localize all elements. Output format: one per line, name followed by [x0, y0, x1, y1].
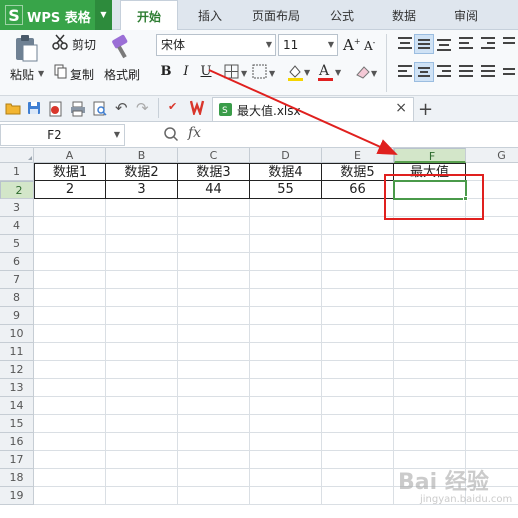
baidu-watermark: Bai 经验 jingyan.baidu.com	[398, 464, 514, 514]
watermark-subtext: jingyan.baidu.com	[420, 494, 513, 505]
watermark-text: Bai 经验	[398, 470, 489, 495]
annotation-arrow	[208, 69, 398, 155]
annotation-highlight-box	[384, 174, 484, 220]
